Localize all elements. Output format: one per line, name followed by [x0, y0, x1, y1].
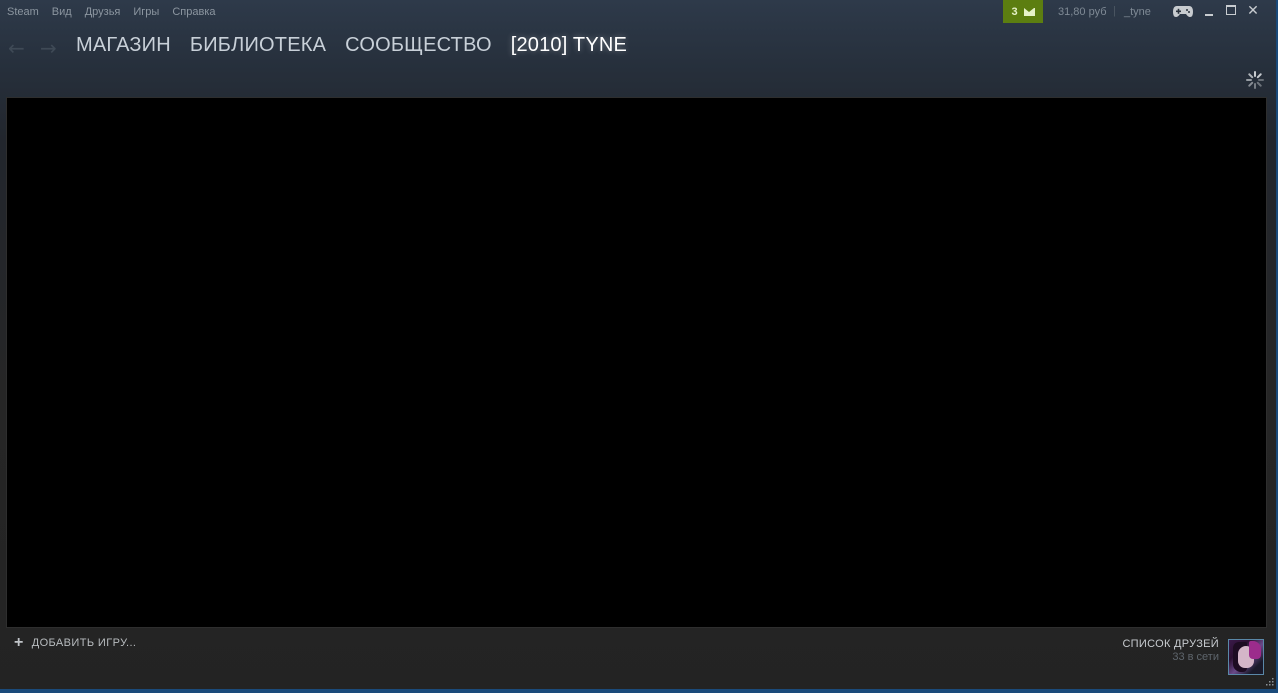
- title-bar: Steam Вид Друзья Игры Справка 3 31,80 ру…: [0, 0, 1278, 24]
- add-game-label: ДОБАВИТЬ ИГРУ...: [31, 637, 137, 649]
- envelope-icon: [1023, 7, 1035, 16]
- nav-profile[interactable]: [2010] TYNE: [511, 34, 627, 57]
- resize-grip-icon[interactable]: [1264, 676, 1274, 686]
- plus-icon: +: [14, 634, 24, 651]
- notifications-button[interactable]: 3: [1003, 0, 1043, 23]
- account-separator: |: [1113, 5, 1116, 17]
- nav-store[interactable]: МАГАЗИН: [76, 34, 171, 57]
- main-navigation: МАГАЗИН БИБЛИОТЕКА СООБЩЕСТВО [2010] TYN…: [76, 34, 646, 57]
- menu-item-games[interactable]: Игры: [133, 6, 159, 18]
- back-arrow-icon[interactable]: ←: [8, 36, 25, 60]
- close-button[interactable]: ✕: [1246, 3, 1260, 17]
- maximize-button[interactable]: [1224, 3, 1238, 17]
- forward-arrow-icon[interactable]: →: [40, 36, 57, 60]
- add-game-button[interactable]: + ДОБАВИТЬ ИГРУ...: [14, 634, 137, 651]
- menu-item-steam[interactable]: Steam: [7, 6, 39, 18]
- friends-list-title: СПИСОК ДРУЗЕЙ: [1122, 638, 1219, 650]
- friends-list-button[interactable]: СПИСОК ДРУЗЕЙ 33 в сети: [1122, 638, 1219, 663]
- menu-item-view[interactable]: Вид: [52, 6, 72, 18]
- minimize-button[interactable]: [1202, 3, 1216, 17]
- menu-bar: Steam Вид Друзья Игры Справка: [7, 6, 229, 18]
- nav-community[interactable]: СООБЩЕСТВО: [345, 34, 492, 57]
- account-username[interactable]: _tyne: [1124, 6, 1151, 18]
- big-picture-gamepad-icon[interactable]: [1172, 4, 1194, 18]
- steam-window: Steam Вид Друзья Игры Справка 3 31,80 ру…: [0, 0, 1278, 693]
- nav-library[interactable]: БИБЛИОТЕКА: [190, 34, 326, 57]
- avatar[interactable]: [1228, 639, 1264, 675]
- desktop-edge: [0, 689, 1278, 693]
- loading-spinner-icon: [1246, 71, 1264, 89]
- web-content-area[interactable]: [6, 97, 1267, 628]
- wallet-balance[interactable]: 31,80 руб: [1058, 6, 1107, 18]
- menu-item-friends[interactable]: Друзья: [85, 6, 121, 18]
- notification-count: 3: [1011, 5, 1018, 18]
- menu-item-help[interactable]: Справка: [172, 6, 215, 18]
- friends-online-count: 33 в сети: [1172, 651, 1219, 663]
